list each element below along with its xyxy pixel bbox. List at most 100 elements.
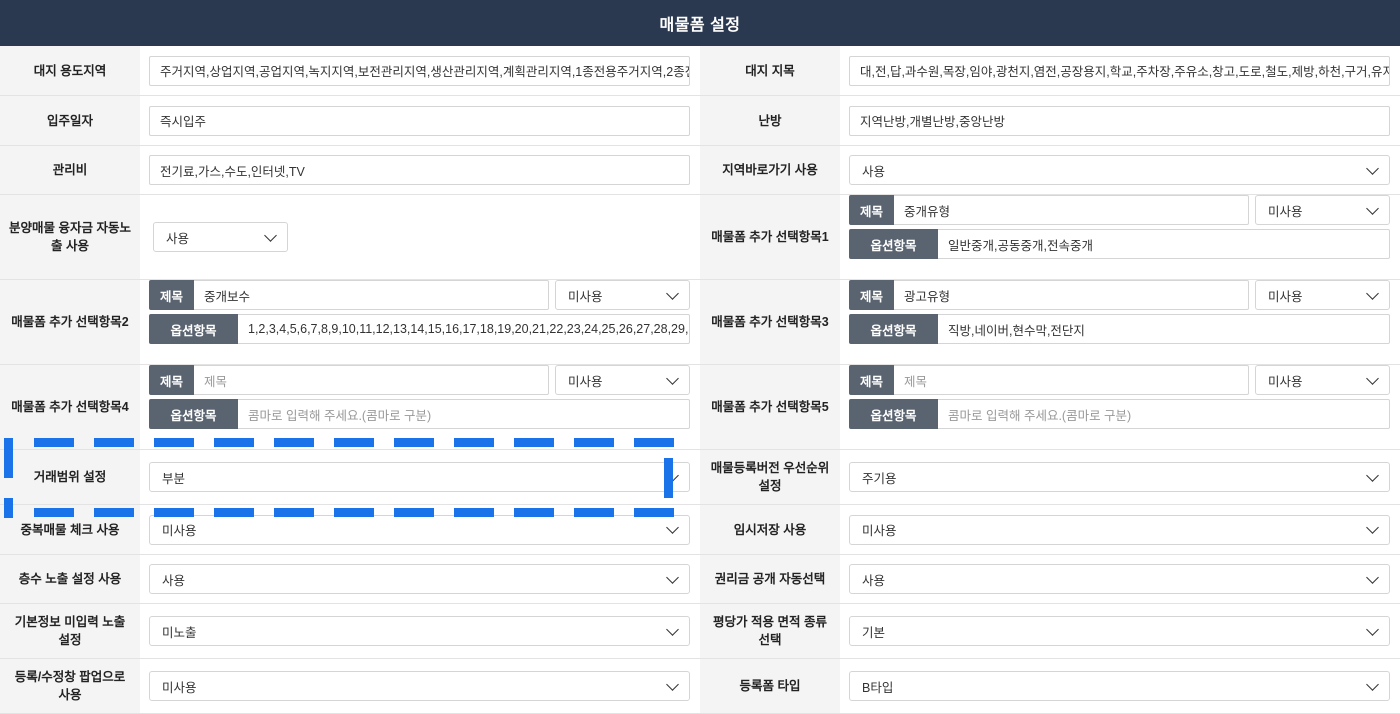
premium-auto-select[interactable]: 사용 <box>849 564 1390 594</box>
highlight-border-top <box>34 438 674 447</box>
chevron-down-icon <box>666 570 679 584</box>
label-temp-save: 임시저장 사용 <box>700 505 840 554</box>
extra-item-4-options-input[interactable]: 콤마로 입력해 주세요.(콤마로 구분) <box>238 399 690 429</box>
label-extra-item-3: 매물폼 추가 선택항목3 <box>700 280 840 364</box>
label-extra-item-5: 매물폼 추가 선택항목5 <box>700 365 840 449</box>
extra-item-2-title-input[interactable]: 중개보수 <box>194 280 549 310</box>
extra-item-3-options-input[interactable]: 직방,네이버,현수막,전단지 <box>938 314 1390 344</box>
extra-item-4-title-input[interactable]: 제목 <box>194 365 549 395</box>
region-shortcut-select[interactable]: 사용 <box>849 155 1390 185</box>
title-tag: 제목 <box>849 280 894 310</box>
label-floor-display: 층수 노출 설정 사용 <box>0 555 140 603</box>
title-tag: 제목 <box>849 195 894 225</box>
extra-item-1-title-input[interactable]: 중개유형 <box>894 195 1249 225</box>
options-tag: 옵션항목 <box>849 399 938 429</box>
page-header: 매물폼 설정 <box>0 0 1400 46</box>
chevron-down-icon <box>666 622 679 636</box>
settings-row: 거래범위 설정 부분 매물등록버전 우선순위설정 주기용 <box>0 450 1400 505</box>
label-land-category: 대지 지목 <box>700 46 840 95</box>
label-move-in-date: 입주일자 <box>0 96 140 145</box>
select-value: 미사용 <box>1268 204 1303 219</box>
chevron-down-icon <box>1366 677 1379 691</box>
select-value: 기본 <box>862 625 886 640</box>
land-zoning-input[interactable]: 주거지역,상업지역,공업지역,녹지지역,보전관리지역,생산관리지역,계획관리지역… <box>149 55 690 86</box>
options-tag: 옵션항목 <box>149 314 238 344</box>
extra-item-3-use-select[interactable]: 미사용 <box>1255 280 1390 310</box>
select-value: 미사용 <box>862 524 897 538</box>
extra-item-1-use-select[interactable]: 미사용 <box>1255 195 1390 225</box>
chevron-down-icon <box>1366 570 1379 584</box>
chevron-down-icon <box>666 521 679 534</box>
select-value: 미사용 <box>162 524 197 538</box>
select-value: 사용 <box>862 164 886 179</box>
select-value: 미사용 <box>1268 289 1303 304</box>
settings-row: 대지 용도지역 주거지역,상업지역,공업지역,녹지지역,보전관리지역,생산관리지… <box>0 46 1400 96</box>
options-tag: 옵션항목 <box>149 399 238 429</box>
settings-row: 관리비 전기료,가스,수도,인터넷,TV 지역바로가기 사용 사용 <box>0 146 1400 195</box>
select-value: 주기용 <box>862 471 897 486</box>
label-area-type: 평당가 적용 면적 종류 선택 <box>700 604 840 658</box>
extra-item-2-options-input[interactable]: 1,2,3,4,5,6,7,8,9,10,11,12,13,14,15,16,1… <box>238 314 690 344</box>
chevron-down-icon <box>1366 371 1379 385</box>
maintenance-fee-input[interactable]: 전기료,가스,수도,인터넷,TV <box>149 155 690 185</box>
trade-range-select[interactable]: 부분 <box>149 462 690 492</box>
label-maintenance-fee: 관리비 <box>0 146 140 194</box>
label-region-shortcut: 지역바로가기 사용 <box>700 146 840 194</box>
select-value: 미사용 <box>1268 374 1303 389</box>
highlight-border-left <box>4 438 13 518</box>
select-value: 미사용 <box>568 374 603 389</box>
missing-info-display-select[interactable]: 미노출 <box>149 616 690 646</box>
label-loan-auto-display: 분양매물 융자금 자동노출 사용 <box>0 195 140 279</box>
extra-item-5-use-select[interactable]: 미사용 <box>1255 365 1390 395</box>
extra-item-2-use-select[interactable]: 미사용 <box>555 280 690 310</box>
extra-item-1-options-input[interactable]: 일반중개,공동중개,전속중개 <box>938 229 1390 259</box>
chevron-down-icon <box>666 371 679 385</box>
duplicate-check-select[interactable]: 미사용 <box>149 514 690 545</box>
area-type-select[interactable]: 기본 <box>849 616 1390 646</box>
select-value: 사용 <box>166 231 190 246</box>
extra-item-5-title-input[interactable]: 제목 <box>894 365 1249 395</box>
chevron-down-icon <box>264 228 277 242</box>
extra-item-3-title-input[interactable]: 광고유형 <box>894 280 1249 310</box>
select-value: 사용 <box>162 573 186 588</box>
settings-row: 분양매물 융자금 자동노출 사용 사용 매물폼 추가 선택항목1 제목 중개유형… <box>0 195 1400 280</box>
settings-grid: 대지 용도지역 주거지역,상업지역,공업지역,녹지지역,보전관리지역,생산관리지… <box>0 46 1400 714</box>
chevron-down-icon <box>666 286 679 300</box>
extra-item-5-options-input[interactable]: 콤마로 입력해 주세요.(콤마로 구분) <box>938 399 1390 429</box>
settings-row: 매물폼 추가 선택항목2 제목 중개보수 미사용 옵션항목 1,2,3,4,5,… <box>0 280 1400 365</box>
chevron-down-icon <box>1366 468 1379 482</box>
extra-item-4-use-select[interactable]: 미사용 <box>555 365 690 395</box>
page-title: 매물폼 설정 <box>659 17 741 34</box>
label-land-zoning: 대지 용도지역 <box>0 46 140 95</box>
land-category-input[interactable]: 대,전,답,과수원,목장,임야,광천지,염전,공장용지,학교,주차장,주유소,창… <box>849 55 1390 86</box>
select-value: 사용 <box>862 573 886 588</box>
title-tag: 제목 <box>149 365 194 395</box>
chevron-down-icon <box>1366 622 1379 636</box>
loan-auto-display-select[interactable]: 사용 <box>153 222 288 252</box>
select-value: B타입 <box>862 680 894 695</box>
heating-input[interactable]: 지역난방,개별난방,중앙난방 <box>849 105 1390 136</box>
label-trade-range: 거래범위 설정 <box>0 450 140 504</box>
title-tag: 제목 <box>849 365 894 395</box>
select-value: 미사용 <box>568 289 603 304</box>
highlight-border-right <box>664 458 673 498</box>
label-extra-item-1: 매물폼 추가 선택항목1 <box>700 195 840 279</box>
label-heating: 난방 <box>700 96 840 145</box>
chevron-down-icon <box>1366 161 1379 175</box>
registration-version-select[interactable]: 주기용 <box>849 462 1390 492</box>
options-tag: 옵션항목 <box>849 229 938 259</box>
highlight-border-bottom <box>34 508 674 517</box>
form-type-select[interactable]: B타입 <box>849 671 1390 701</box>
select-value: 미사용 <box>162 680 197 695</box>
temp-save-select[interactable]: 미사용 <box>849 514 1390 545</box>
options-tag: 옵션항목 <box>849 314 938 344</box>
settings-row: 기본정보 미입력 노출 설정 미노출 평당가 적용 면적 종류 선택 기본 <box>0 604 1400 659</box>
label-registration-version-priority: 매물등록버전 우선순위설정 <box>700 450 840 504</box>
settings-row: 층수 노출 설정 사용 사용 권리금 공개 자동선택 사용 <box>0 555 1400 604</box>
chevron-down-icon <box>1366 201 1379 215</box>
floor-display-select[interactable]: 사용 <box>149 564 690 594</box>
popup-edit-select[interactable]: 미사용 <box>149 671 690 701</box>
move-in-date-input[interactable]: 즉시입주 <box>149 105 690 136</box>
label-form-type: 등록폼 타입 <box>700 659 840 713</box>
select-value: 부분 <box>162 471 186 486</box>
